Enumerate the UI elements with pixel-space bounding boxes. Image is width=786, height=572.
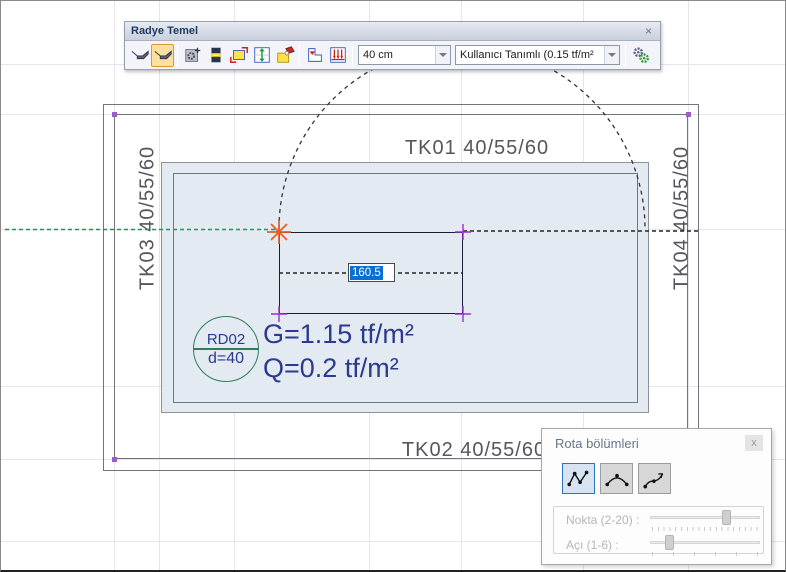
toolbar-separator xyxy=(352,44,353,66)
route-sections-panel: Rota bölümleri x Nokta (2-20) : Açı (1-6… xyxy=(541,428,772,565)
toolbar-separator xyxy=(299,44,300,66)
toolbar-close-icon[interactable]: × xyxy=(643,24,654,38)
angle-slider-ticks xyxy=(652,552,758,556)
point-slider-track xyxy=(650,516,760,519)
raft-foundation-icon xyxy=(131,50,149,60)
point-slider-thumb[interactable] xyxy=(722,510,731,525)
beam-label-right: TK04 40/55/60 xyxy=(670,145,693,291)
toolbar-titlebar[interactable]: Radye Temel × xyxy=(125,22,660,41)
soil-type-combobox[interactable]: Kullanıcı Tanımlı (0.15 tf/m² xyxy=(455,45,620,65)
dimension-input[interactable]: 160.5 xyxy=(348,263,395,282)
dimension-value: 160.5 xyxy=(350,266,383,280)
drop-panel-icon xyxy=(307,48,322,62)
toolbar-title: Radye Temel xyxy=(131,25,199,37)
raft-foundation-active-icon xyxy=(154,50,172,60)
edit-slab-button[interactable] xyxy=(273,44,296,67)
thickness-combobox-value: 40 cm xyxy=(363,49,393,61)
raft-foundation-draw-button[interactable] xyxy=(151,43,174,67)
slab-tag-thickness: d=40 xyxy=(207,350,245,367)
application-window: TK01 40/55/60 TK02 40/55/60 TK03 40/55/6… xyxy=(0,0,786,572)
foundation-section-icon xyxy=(210,47,221,63)
toolbar-separator xyxy=(177,44,178,66)
toolbar-body: 40 cm Kullanıcı Tanımlı (0.15 tf/m² xyxy=(125,41,660,69)
parameters-gears-icon xyxy=(632,47,649,63)
angle-slider-label: Açı (1-6) : xyxy=(566,538,619,552)
toolbar-separator xyxy=(625,44,626,66)
soil-type-combobox-value: Kullanıcı Tanımlı (0.15 tf/m² xyxy=(460,49,594,61)
point-slider-ticks xyxy=(652,527,758,531)
arc-icon xyxy=(604,473,629,486)
route-mode-spline-button[interactable] xyxy=(638,463,671,494)
route-mode-polyline-button[interactable] xyxy=(562,463,595,494)
corner-node-marker xyxy=(112,112,117,117)
foundation-settings-button[interactable] xyxy=(181,44,204,67)
beam-label-bottom: TK02 40/55/60 xyxy=(401,439,547,461)
soil-load-icon xyxy=(329,47,346,63)
foundation-settings-icon xyxy=(184,47,200,62)
radye-temel-toolbar: Radye Temel × 40 cm Kullanıcı Tanımlı (0… xyxy=(124,21,661,70)
edit-slab-icon xyxy=(276,46,295,63)
raft-foundation-button[interactable] xyxy=(128,44,151,67)
polyline-icon xyxy=(566,470,588,486)
beam-label-top: TK01 40/55/60 xyxy=(404,137,550,159)
corner-node-marker xyxy=(112,457,117,462)
live-load-text: Q=0.2 tf/m² xyxy=(263,353,399,383)
angle-slider xyxy=(650,535,760,557)
chevron-down-icon[interactable] xyxy=(435,46,450,64)
foundation-section-button[interactable] xyxy=(204,44,227,67)
point-slider xyxy=(650,510,760,532)
route-panel-close-icon[interactable]: x xyxy=(745,435,763,451)
stretch-button[interactable] xyxy=(250,44,273,67)
dead-load-text: G=1.15 tf/m² xyxy=(263,319,414,349)
slab-corner-icon xyxy=(229,47,248,63)
spline-icon xyxy=(642,472,663,488)
stretch-vertical-icon xyxy=(253,47,270,63)
corner-node-marker xyxy=(686,112,691,117)
soil-load-button[interactable] xyxy=(326,44,349,67)
parameters-button[interactable] xyxy=(629,44,652,67)
thickness-combobox[interactable]: 40 cm xyxy=(358,45,451,65)
slab-corner-button[interactable] xyxy=(227,44,250,67)
beam-label-left: TK03 40/55/60 xyxy=(136,145,159,291)
drop-panel-button[interactable] xyxy=(303,44,326,67)
slab-tag-name: RD02 xyxy=(206,331,246,348)
point-slider-label: Nokta (2-20) : xyxy=(566,513,640,527)
chevron-down-icon[interactable] xyxy=(604,46,619,64)
route-panel-title: Rota bölümleri xyxy=(555,436,639,451)
angle-slider-thumb[interactable] xyxy=(665,535,674,550)
route-mode-arc-button[interactable] xyxy=(600,463,633,494)
